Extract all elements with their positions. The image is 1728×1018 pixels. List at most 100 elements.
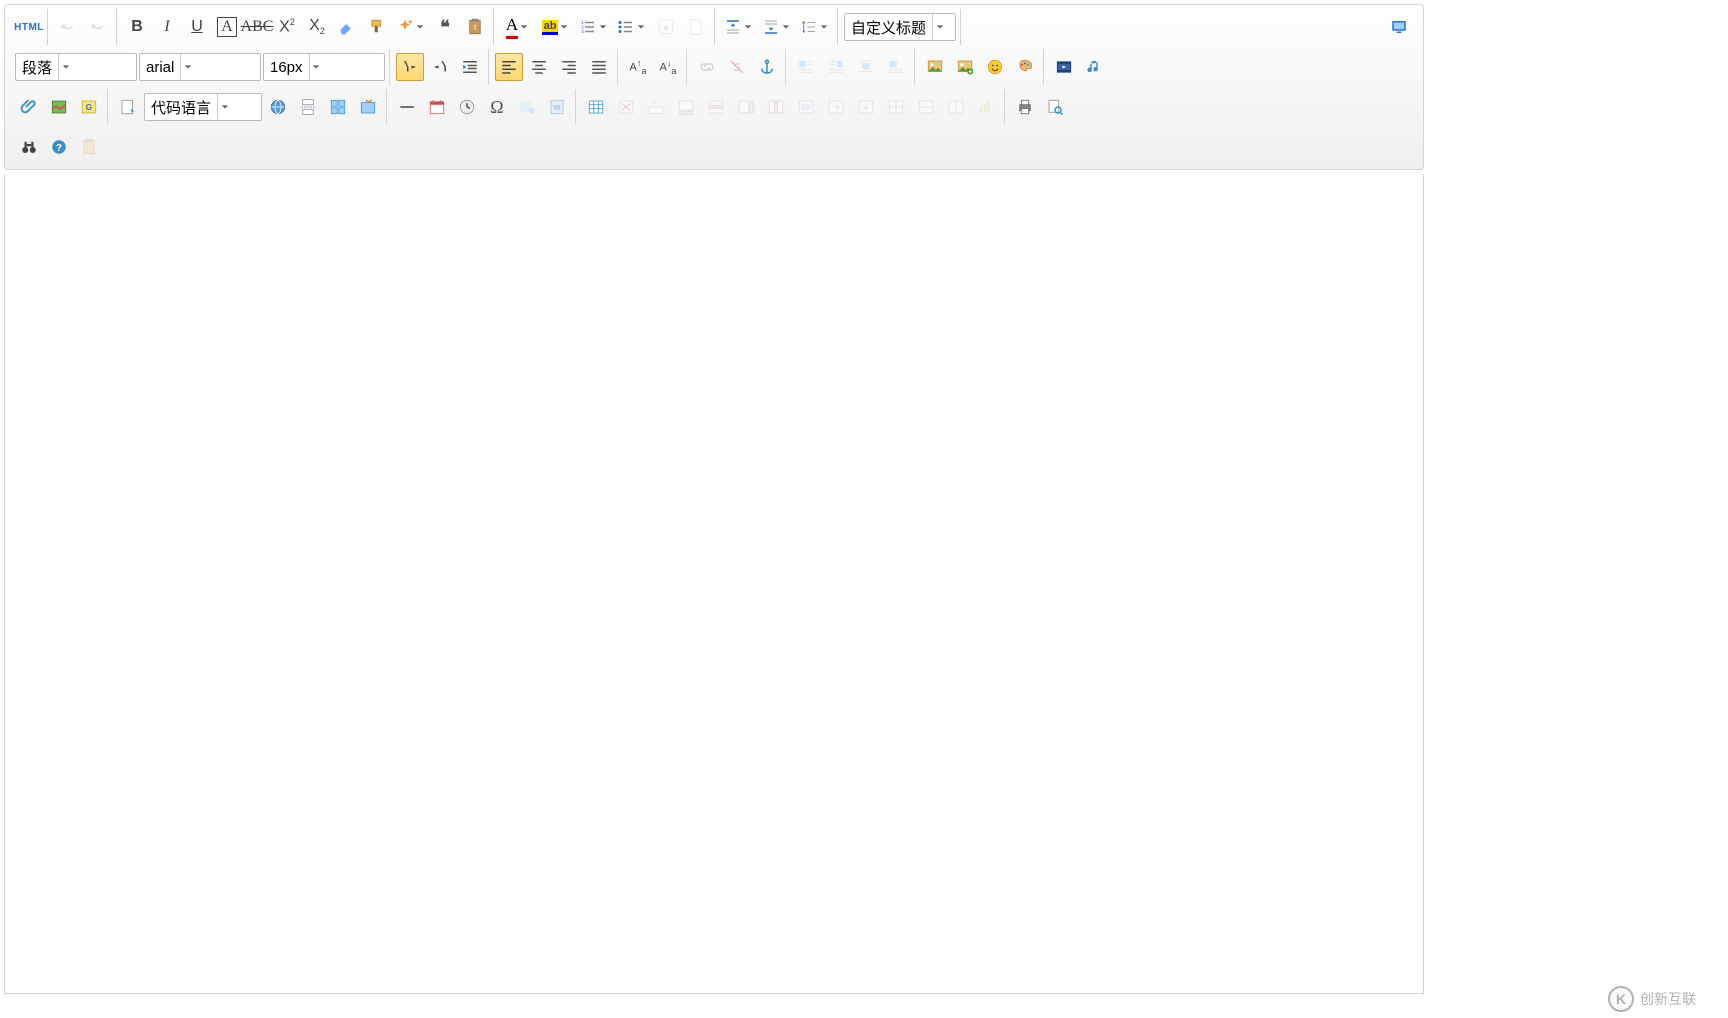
bold-button[interactable]: B — [123, 13, 151, 41]
fontborder-button[interactable]: A — [213, 13, 241, 41]
fontsize-select[interactable]: 16px — [263, 53, 385, 81]
music-button[interactable] — [1080, 53, 1108, 81]
map-button[interactable] — [45, 93, 73, 121]
horizontal-button[interactable] — [393, 93, 421, 121]
insertframe-button[interactable] — [114, 93, 142, 121]
subscript-button[interactable]: X2 — [303, 13, 331, 41]
paragraph-select[interactable]: 段落 — [15, 53, 137, 81]
deletetable-button[interactable] — [612, 93, 640, 121]
justify-center-button[interactable] — [525, 53, 553, 81]
emotion-button[interactable] — [981, 53, 1009, 81]
inserttable-button[interactable] — [582, 93, 610, 121]
source-html-button[interactable]: HTML — [15, 13, 43, 41]
justify-full-button[interactable] — [585, 53, 613, 81]
quote-icon: ❝ — [440, 17, 450, 38]
insertparagraphbeforetable-button[interactable]: T — [642, 93, 670, 121]
justify-left-button[interactable] — [495, 53, 523, 81]
background-button[interactable] — [354, 93, 382, 121]
preview-button[interactable] — [1041, 93, 1069, 121]
splittocols-button[interactable] — [942, 93, 970, 121]
deleterow-button[interactable] — [702, 93, 730, 121]
rowspacing-top-button[interactable] — [721, 13, 757, 41]
direction-rtl-button[interactable] — [426, 53, 454, 81]
pagebreak-button[interactable] — [294, 93, 322, 121]
print-button[interactable] — [1011, 93, 1039, 121]
calendar-icon — [428, 98, 446, 116]
blockquote-button[interactable]: ❝ — [431, 13, 459, 41]
img-right-button[interactable] — [822, 53, 850, 81]
strikethrough-icon: ABC — [241, 18, 274, 36]
forecolor-button[interactable]: A — [500, 13, 536, 41]
unlink-icon — [728, 58, 746, 76]
drafts-button[interactable] — [75, 133, 103, 161]
chevron-down-icon — [780, 23, 792, 31]
link-button[interactable] — [693, 53, 721, 81]
formatmatch-button[interactable] — [363, 13, 391, 41]
spechars-button[interactable]: Ω — [483, 93, 511, 121]
img-left-button[interactable] — [792, 53, 820, 81]
mergedown-button[interactable] — [852, 93, 880, 121]
gmap-button[interactable]: G — [75, 93, 103, 121]
wordimage-button[interactable]: W — [543, 93, 571, 121]
simpleupload-button[interactable] — [921, 53, 949, 81]
webapp-button[interactable] — [264, 93, 292, 121]
autotypeset-button[interactable] — [393, 13, 429, 41]
fullscreen-button[interactable] — [1385, 13, 1413, 41]
pasteplain-button[interactable]: T — [461, 13, 489, 41]
indent-button[interactable] — [456, 53, 484, 81]
anchor-button[interactable] — [753, 53, 781, 81]
attachment-button[interactable] — [15, 93, 43, 121]
date-button[interactable] — [423, 93, 451, 121]
deletecol-button[interactable] — [762, 93, 790, 121]
rowspacing-top-icon — [724, 18, 742, 36]
unlink-button[interactable] — [723, 53, 751, 81]
justify-right-button[interactable] — [555, 53, 583, 81]
splittocells-button[interactable] — [882, 93, 910, 121]
searchreplace-button[interactable] — [15, 133, 43, 161]
superscript-button[interactable]: X2 — [273, 13, 301, 41]
redo-button[interactable] — [84, 13, 112, 41]
italic-button[interactable]: I — [153, 13, 181, 41]
editor-content-area[interactable] — [4, 174, 1424, 994]
chevron-down-icon — [217, 94, 231, 120]
cleardoc-button[interactable] — [682, 13, 710, 41]
custom-title-select[interactable]: 自定义标题 — [844, 13, 956, 41]
mergecells-button[interactable] — [792, 93, 820, 121]
snapscreen-button[interactable] — [513, 93, 541, 121]
time-button[interactable] — [453, 93, 481, 121]
insertrow-button[interactable] — [672, 93, 700, 121]
codelang-select[interactable]: 代码语言 — [144, 93, 262, 121]
backcolor-button[interactable]: ab — [538, 13, 574, 41]
template-button[interactable] — [324, 93, 352, 121]
touppercase-button[interactable]: A↑a — [624, 53, 652, 81]
lowercase-icon: A↓a — [659, 58, 676, 76]
mergeright-button[interactable] — [822, 93, 850, 121]
direction-ltr-button[interactable] — [396, 53, 424, 81]
tolowercase-button[interactable]: A↓a — [654, 53, 682, 81]
img-center-button[interactable] — [852, 53, 880, 81]
insertimage-button[interactable] — [951, 53, 979, 81]
strikethrough-button[interactable]: ABC — [243, 13, 271, 41]
underline-button[interactable]: U — [183, 13, 211, 41]
img-none-button[interactable] — [882, 53, 910, 81]
selectall-button[interactable]: a — [652, 13, 680, 41]
charts-button[interactable] — [972, 93, 1000, 121]
rowspacing-bottom-button[interactable] — [759, 13, 795, 41]
insertvideo-button[interactable] — [1050, 53, 1078, 81]
background-icon — [359, 98, 377, 116]
splittorows-button[interactable] — [912, 93, 940, 121]
help-button[interactable]: ? — [45, 133, 73, 161]
svg-text:a: a — [664, 23, 669, 32]
hr-icon — [398, 98, 416, 116]
unordered-list-button[interactable] — [614, 13, 650, 41]
insertcol-button[interactable] — [732, 93, 760, 121]
img-right-icon — [827, 58, 845, 76]
scrawl-button[interactable] — [1011, 53, 1039, 81]
ordered-list-button[interactable]: 123 — [576, 13, 612, 41]
lineheight-button[interactable] — [797, 13, 833, 41]
removeformat-button[interactable] — [333, 13, 361, 41]
mergedown-icon — [857, 98, 875, 116]
undo-button[interactable] — [54, 13, 82, 41]
uppercase-icon: A↑a — [629, 58, 646, 76]
fontfamily-select[interactable]: arial — [139, 53, 261, 81]
